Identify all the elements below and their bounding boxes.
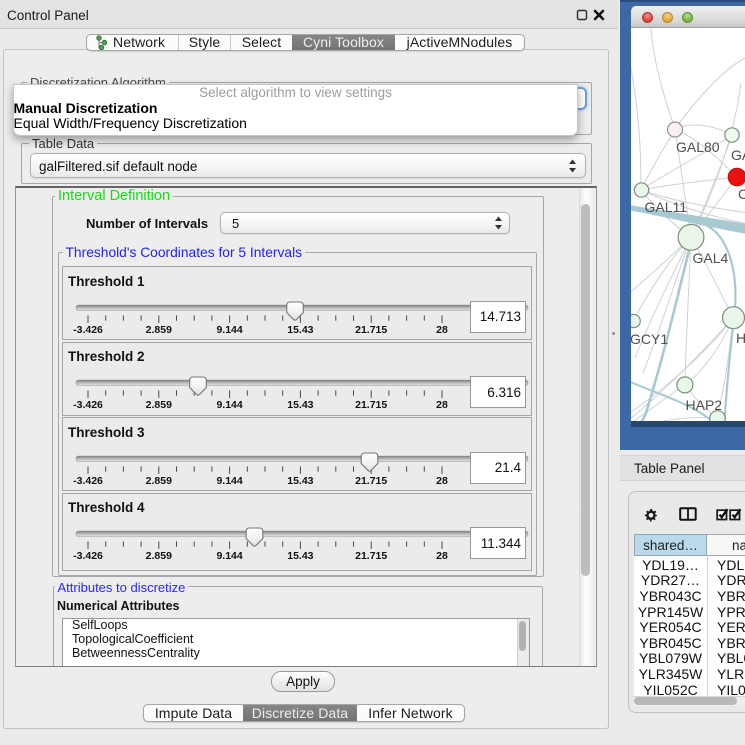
svg-text:21.715: 21.715: [355, 475, 387, 487]
svg-text:9.144: 9.144: [216, 475, 242, 487]
svg-text:15.43: 15.43: [287, 324, 313, 336]
svg-text:9.144: 9.144: [216, 550, 242, 562]
svg-text:21.715: 21.715: [355, 550, 387, 562]
svg-text:2.859: 2.859: [146, 399, 172, 411]
svg-text:-3.426: -3.426: [73, 550, 103, 562]
svg-text:GAL4: GAL4: [693, 250, 729, 266]
svg-text:GA: GA: [731, 147, 745, 163]
svg-text:GCY1: GCY1: [631, 331, 668, 347]
svg-text:HI: HI: [736, 330, 745, 346]
svg-text:-3.426: -3.426: [73, 399, 103, 411]
svg-text:9.144: 9.144: [216, 399, 242, 411]
svg-text:15.43: 15.43: [287, 550, 313, 562]
svg-text:28: 28: [436, 399, 448, 411]
svg-text:CD: CD: [738, 186, 745, 202]
svg-text:2.859: 2.859: [146, 475, 172, 487]
svg-text:GAL11: GAL11: [645, 199, 688, 215]
svg-text:15.43: 15.43: [287, 475, 313, 487]
svg-text:-3.426: -3.426: [73, 324, 103, 336]
svg-text:28: 28: [436, 550, 448, 562]
svg-text:HAP2: HAP2: [686, 397, 723, 413]
svg-text:GAL80: GAL80: [676, 139, 720, 155]
svg-text:21.715: 21.715: [355, 324, 387, 336]
svg-text:-3.426: -3.426: [73, 475, 103, 487]
svg-text:9.144: 9.144: [216, 324, 242, 336]
svg-text:28: 28: [436, 475, 448, 487]
svg-text:28: 28: [436, 324, 448, 336]
svg-text:2.859: 2.859: [146, 324, 172, 336]
svg-text:21.715: 21.715: [355, 399, 387, 411]
svg-text:2.859: 2.859: [146, 550, 172, 562]
svg-text:15.43: 15.43: [287, 399, 313, 411]
